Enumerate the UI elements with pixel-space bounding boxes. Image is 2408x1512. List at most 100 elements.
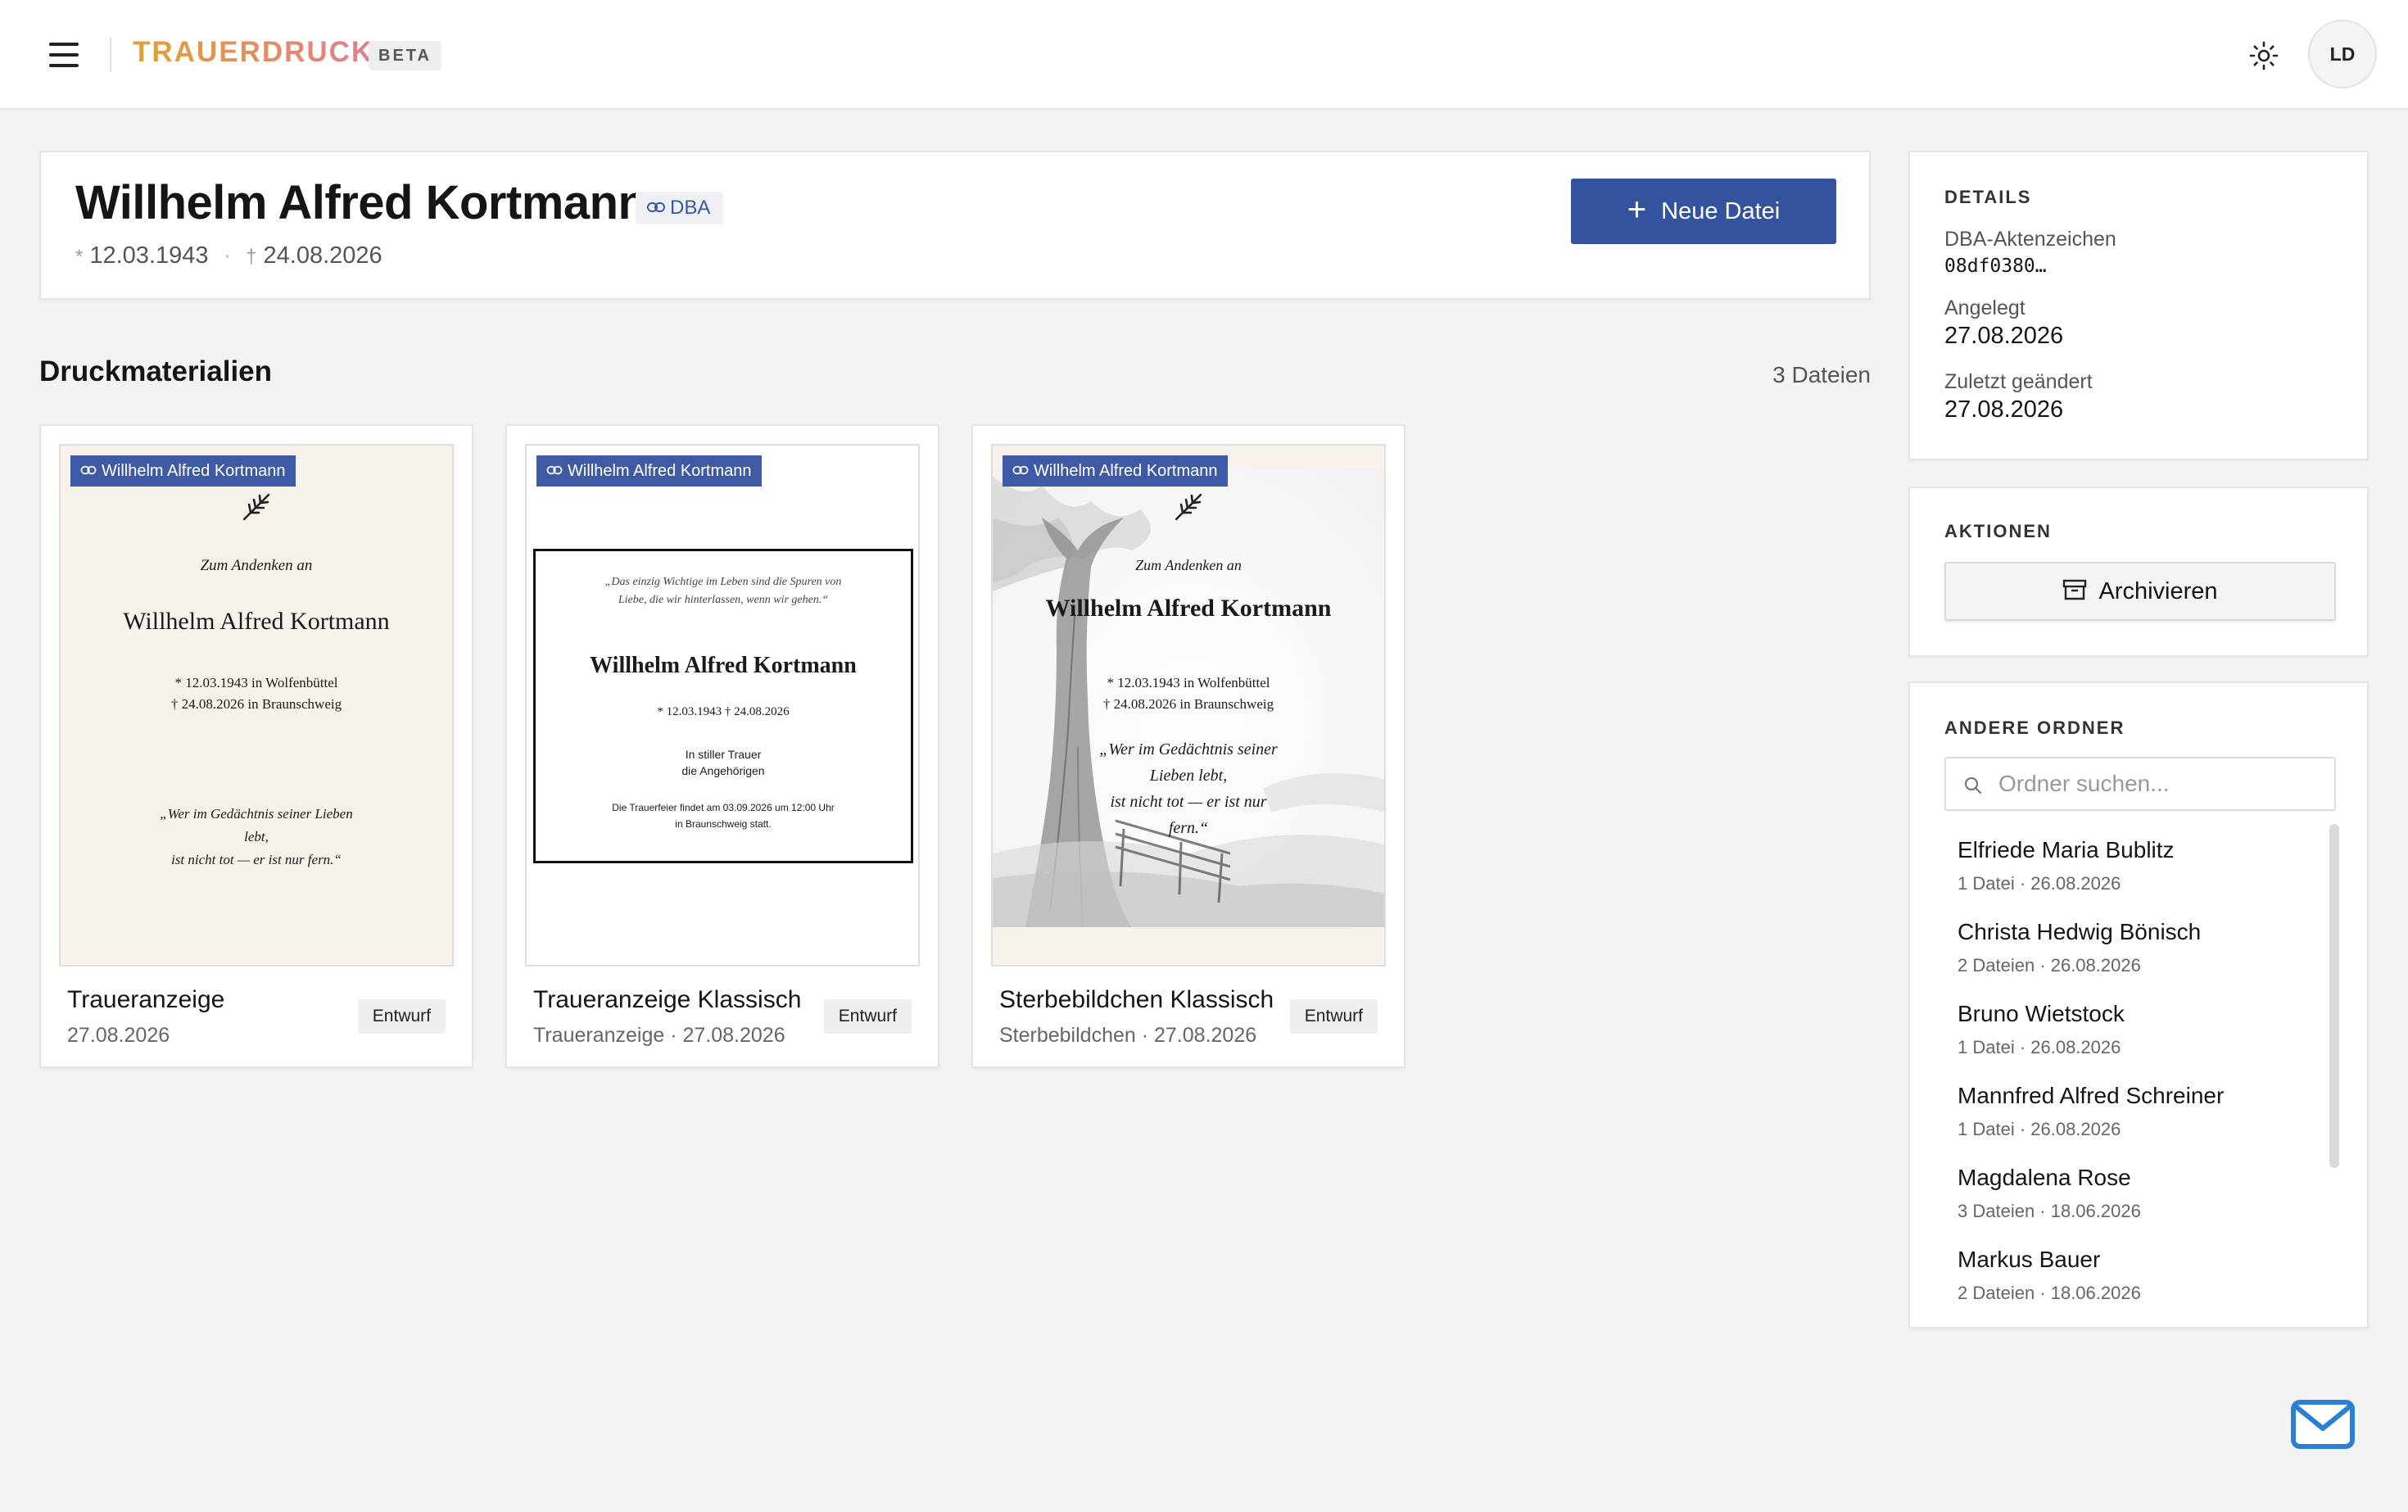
- preview-dates: * 12.03.1943 † 24.08.2026: [657, 705, 790, 718]
- list-item[interactable]: Magdalena Rose 3 Dateien · 18.06.2026: [1944, 1152, 2321, 1234]
- preview-quote: Lieben lebt,: [1149, 767, 1228, 785]
- folder-search[interactable]: [1944, 757, 2336, 811]
- other-folders-panel: ANDERE ORDNER Elfriede Maria Bublitz 1 D…: [1908, 681, 2369, 1329]
- document-card[interactable]: Willhelm Alfred Kortmann „Das einzig Wic…: [505, 424, 939, 1068]
- details-panel: DETAILS DBA-Aktenzeichen 08df0380… Angel…: [1908, 151, 2369, 460]
- death-date: 24.08.2026: [263, 242, 382, 269]
- folder-meta: 1 Datei · 26.08.2026: [1958, 1119, 2121, 1139]
- list-item[interactable]: Bruno Wietstock 1 Datei · 26.08.2026: [1944, 988, 2321, 1070]
- person-link-tag[interactable]: Willhelm Alfred Kortmann: [1003, 455, 1228, 487]
- preview-mourners: In stiller Trauer: [685, 748, 762, 761]
- new-file-label: Neue Datei: [1661, 198, 1781, 224]
- plus-icon: +: [1627, 192, 1647, 229]
- list-item[interactable]: Christa Hedwig Bönisch 2 Dateien · 26.08…: [1944, 906, 2321, 988]
- scrollbar[interactable]: [2329, 824, 2339, 1168]
- preview-quote: ist nicht tot — er ist nur: [1110, 793, 1267, 811]
- archive-icon: [2063, 580, 2087, 600]
- preview-birth: * 12.03.1943 in Wolfenbüttel: [174, 675, 338, 690]
- sun-icon[interactable]: [2246, 38, 2282, 74]
- notice-frame: „Das einzig Wichtige im Leben sind die S…: [533, 549, 913, 863]
- actions-panel: AKTIONEN Archivieren: [1908, 487, 2369, 657]
- list-item[interactable]: Markus Bauer 2 Dateien · 18.06.2026: [1944, 1234, 2321, 1315]
- life-dates: * 12.03.1943 · † 24.08.2026: [75, 242, 382, 269]
- preview-quote: Liebe, die wir hinterlassen, wenn wir ge…: [618, 594, 829, 606]
- preview-name: Willhelm Alfred Kortmann: [590, 653, 857, 678]
- file-count: 3 Dateien: [1772, 362, 1871, 387]
- preview-quote: ist nicht tot — er ist nur fern.“: [171, 852, 342, 867]
- preview-mourners: die Angehörigen: [681, 764, 765, 777]
- folder-name: Elfriede Maria Bublitz: [1958, 837, 2175, 862]
- app-logo[interactable]: TRAUERDRUCK: [133, 36, 373, 69]
- archive-button[interactable]: Archivieren: [1944, 562, 2336, 621]
- preview-death: † 24.08.2026 in Braunschweig: [1102, 696, 1274, 712]
- folder-name: Mannfred Alfred Schreiner: [1958, 1083, 2225, 1108]
- folder-meta: 1 Datei · 26.08.2026: [1958, 1037, 2121, 1057]
- dba-link-badge[interactable]: DBA: [636, 192, 724, 224]
- document-title: Sterbebildchen Klassisch: [999, 986, 1274, 1013]
- preview-name: Willhelm Alfred Kortmann: [1045, 595, 1332, 622]
- document-preview[interactable]: Willhelm Alfred Kortmann „Das einzig Wic…: [525, 444, 920, 967]
- preview-quote: fern.“: [1168, 819, 1209, 837]
- tag-label: Willhelm Alfred Kortmann: [102, 462, 286, 480]
- document-date: Sterbebildchen · 27.08.2026: [999, 1024, 1257, 1047]
- folder-meta: 1 Datei · 26.08.2026: [1958, 873, 2121, 894]
- preview-quote: „Wer im Gedächtnis seiner Lieben: [160, 806, 353, 822]
- modified-value: 27.08.2026: [1944, 396, 2064, 423]
- menu-icon[interactable]: [48, 39, 82, 70]
- folder-name: Markus Bauer: [1958, 1247, 2101, 1272]
- link-icon: [1012, 465, 1029, 474]
- birth-symbol: *: [75, 246, 84, 268]
- death-symbol: †: [246, 246, 257, 268]
- top-bar: TRAUERDRUCK BETA LD: [0, 0, 2408, 110]
- document-title: Traueranzeige: [67, 986, 225, 1013]
- created-label: Angelegt: [1944, 297, 2026, 319]
- date-separator: ·: [223, 242, 232, 269]
- avatar[interactable]: LD: [2308, 20, 2377, 88]
- dba-file-number-label: DBA-Aktenzeichen: [1944, 228, 2116, 251]
- document-preview[interactable]: Willhelm Alfred Kortmann Zum Andenken an…: [991, 444, 1386, 967]
- document-card[interactable]: Willhelm Alfred Kortmann Zum Andenken an…: [971, 424, 1405, 1068]
- page-title: Willhelm Alfred Kortmann: [75, 176, 647, 229]
- list-item[interactable]: Elfriede Maria Bublitz 1 Datei · 26.08.2…: [1944, 824, 2321, 906]
- preview-quote: „Wer im Gedächtnis seiner: [1099, 740, 1278, 758]
- search-icon: [1964, 776, 1982, 794]
- section-title: Druckmaterialien: [39, 355, 273, 387]
- folder-meta: 2 Dateien · 18.06.2026: [1958, 1283, 2141, 1303]
- folder-list: Elfriede Maria Bublitz 1 Datei · 26.08.2…: [1944, 824, 2321, 1315]
- preview-death: † 24.08.2026 in Braunschweig: [170, 696, 342, 712]
- status-badge: Entwurf: [357, 999, 446, 1034]
- person-link-tag[interactable]: Willhelm Alfred Kortmann: [536, 455, 762, 487]
- preview-intro: Zum Andenken an: [1135, 557, 1242, 573]
- modified-label: Zuletzt geändert: [1944, 370, 2093, 393]
- list-item[interactable]: Mannfred Alfred Schreiner 1 Datei · 26.0…: [1944, 1070, 2321, 1152]
- preview-info: in Braunschweig statt.: [675, 818, 772, 830]
- tag-label: Willhelm Alfred Kortmann: [1034, 462, 1218, 480]
- tag-label: Willhelm Alfred Kortmann: [568, 462, 752, 480]
- document-card[interactable]: Willhelm Alfred Kortmann Zum Andenken an…: [39, 424, 473, 1068]
- document-preview[interactable]: Willhelm Alfred Kortmann Zum Andenken an…: [59, 444, 454, 967]
- document-title: Traueranzeige Klassisch: [533, 986, 802, 1013]
- document-date: 27.08.2026: [67, 1024, 170, 1047]
- folders-heading: ANDERE ORDNER: [1944, 718, 2125, 738]
- link-icon: [80, 465, 97, 474]
- details-heading: DETAILS: [1944, 187, 2032, 207]
- divider: [110, 38, 111, 72]
- mail-icon[interactable]: [2288, 1397, 2357, 1453]
- folder-meta: 2 Dateien · 26.08.2026: [1958, 955, 2141, 976]
- document-date: Traueranzeige · 27.08.2026: [533, 1024, 785, 1047]
- search-input[interactable]: [1997, 767, 2311, 801]
- archive-label: Archivieren: [2098, 578, 2218, 604]
- birth-date: 12.03.1943: [89, 242, 209, 269]
- folder-name: Christa Hedwig Bönisch: [1958, 919, 2202, 944]
- new-file-button[interactable]: + Neue Datei: [1571, 179, 1836, 244]
- preview-birth: * 12.03.1943 in Wolfenbüttel: [1107, 675, 1270, 690]
- preview-intro: Zum Andenken an: [200, 557, 313, 574]
- person-link-tag[interactable]: Willhelm Alfred Kortmann: [70, 455, 296, 487]
- dba-file-number-value: 08df0380…: [1944, 256, 2047, 277]
- folder-meta: 3 Dateien · 18.06.2026: [1958, 1201, 2141, 1221]
- preview-name: Willhelm Alfred Kortmann: [123, 608, 390, 635]
- branch-icon: [242, 493, 270, 521]
- folder-name: Bruno Wietstock: [1958, 1001, 2125, 1026]
- dba-badge-label: DBA: [670, 197, 711, 219]
- folder-name: Magdalena Rose: [1958, 1165, 2131, 1190]
